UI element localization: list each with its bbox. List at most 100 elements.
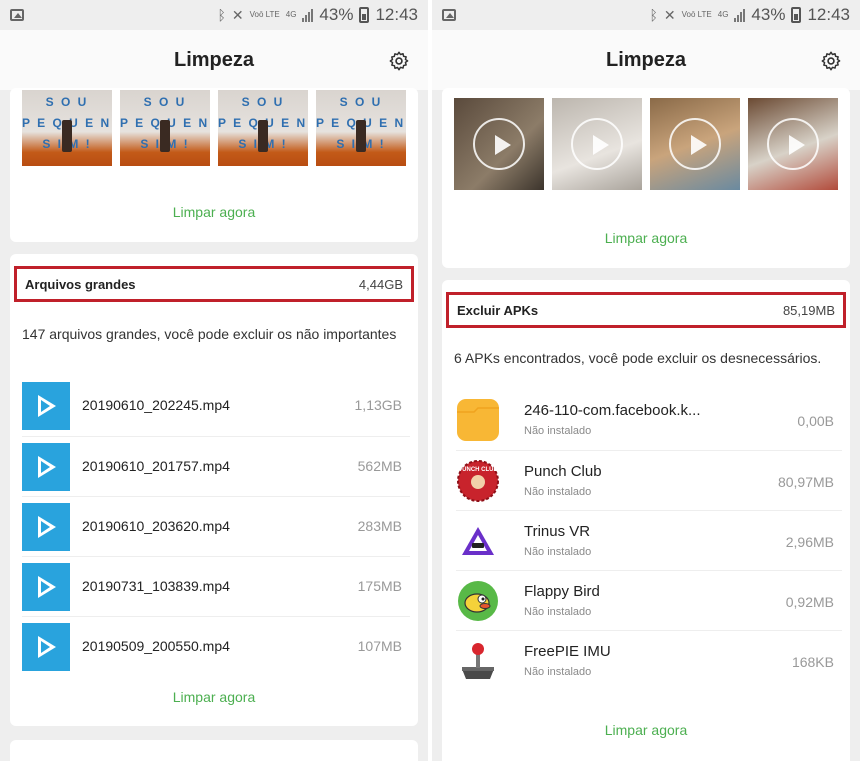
punch-club-icon: PUNCH CLUB	[457, 460, 499, 502]
section-title: Arquivos grandes	[25, 276, 136, 292]
apk-row[interactable]: Flappy Bird Não instalado 0,92MB	[456, 570, 842, 630]
apk-status: Não instalado	[524, 666, 592, 678]
file-row[interactable]: 20190610_203620.mp4 283MB	[22, 496, 410, 556]
bluetooth-icon: ᛒ	[649, 7, 658, 23]
file-row[interactable]: 20190509_200550.mp4 107MB	[22, 616, 410, 676]
file-name: 20190509_200550.mp4	[82, 638, 230, 654]
gear-icon[interactable]	[388, 50, 410, 72]
apk-row[interactable]: FreePIE IMU Não instalado 168KB	[456, 630, 842, 690]
video-thumbnail[interactable]	[650, 98, 740, 190]
file-size: 1,13GB	[354, 397, 402, 413]
apk-name: FreePIE IMU	[524, 643, 611, 660]
apk-size: 80,97MB	[777, 474, 834, 490]
large-files-header[interactable]: Arquivos grandes 4,44GB	[14, 266, 414, 302]
volte-label: Voō LTE	[681, 10, 712, 19]
section-size: 85,19MB	[782, 302, 835, 318]
photo-thumbnail[interactable]: S O U P E Q U E N O S I M !	[120, 90, 210, 166]
apk-size: 2,96MB	[785, 534, 834, 550]
apk-name: 246-110-com.facebook.k...	[524, 402, 701, 419]
file-row[interactable]: 20190731_103839.mp4 175MB	[22, 556, 410, 616]
phone-screen-right: ᛒ ✕ Voō LTE 4G 43% 12:43 Limpeza Limpar …	[432, 0, 860, 761]
section-title: Excluir APKs	[457, 302, 539, 318]
photo-thumbnail[interactable]: S O U P E Q U E N O S I M !	[316, 90, 406, 166]
apk-status: Não instalado	[524, 546, 592, 558]
videos-card: Limpar agora	[442, 88, 850, 268]
bluetooth-icon: ᛒ	[217, 7, 226, 23]
joystick-icon	[462, 643, 494, 679]
battery-icon	[359, 7, 370, 23]
file-size: 175MB	[357, 578, 402, 594]
section-description: 147 arquivos grandes, você pode excluir …	[22, 326, 397, 342]
network-label: 4G	[717, 10, 729, 19]
file-name: 20190610_201757.mp4	[82, 458, 230, 474]
app-bar: Limpeza	[0, 30, 428, 90]
status-bar: ᛒ ✕ Voō LTE 4G 43% 12:43	[0, 0, 428, 30]
status-bar: ᛒ ✕ Voō LTE 4G 43% 12:43	[432, 0, 860, 30]
photos-card: S O U P E Q U E N O S I M ! S O U P E Q …	[10, 88, 418, 242]
apk-name: Punch Club	[524, 463, 602, 480]
folder-icon	[457, 399, 499, 441]
large-files-card: Arquivos grandes 4,44GB 147 arquivos gra…	[10, 254, 418, 726]
battery-icon	[791, 7, 802, 23]
apk-size: 168KB	[791, 654, 834, 670]
file-row[interactable]: 20190610_202245.mp4 1,13GB	[22, 376, 410, 436]
section-size: 4,44GB	[358, 276, 403, 292]
signal-icon	[734, 8, 746, 22]
video-file-icon	[22, 443, 70, 491]
app-bar: Limpeza	[432, 30, 860, 90]
battery-percent: 43%	[319, 5, 354, 24]
file-name: 20190731_103839.mp4	[82, 578, 230, 594]
apk-status: Não instalado	[524, 486, 592, 498]
file-name: 20190610_202245.mp4	[82, 397, 230, 413]
play-icon	[669, 118, 721, 170]
clock: 12:43	[375, 5, 418, 24]
apk-size: 0,00B	[797, 413, 834, 429]
volte-label: Voō LTE	[249, 10, 280, 19]
video-thumbnail[interactable]	[748, 98, 838, 190]
apk-row[interactable]: Trinus VR Não instalado 2,96MB	[456, 510, 842, 570]
play-icon	[767, 118, 819, 170]
apk-status: Não instalado	[524, 606, 592, 618]
video-thumbnail[interactable]	[552, 98, 642, 190]
gear-icon[interactable]	[820, 50, 842, 72]
file-name: 20190610_203620.mp4	[82, 518, 230, 534]
video-file-icon	[22, 503, 70, 551]
apks-card: Excluir APKs 85,19MB 6 APKs encontrados,…	[442, 280, 850, 761]
apks-header[interactable]: Excluir APKs 85,19MB	[446, 292, 846, 328]
apk-row[interactable]: 246-110-com.facebook.k... Não instalado …	[456, 390, 842, 450]
phone-screen-left: ᛒ ✕ Voō LTE 4G 43% 12:43 Limpeza S O U P…	[0, 0, 428, 761]
mute-icon: ✕	[231, 6, 244, 23]
page-title: Limpeza	[605, 48, 687, 71]
apk-name: Trinus VR	[524, 523, 591, 540]
mute-icon: ✕	[663, 6, 676, 23]
play-icon	[571, 118, 623, 170]
flappy-bird-icon	[458, 581, 498, 621]
play-icon	[473, 118, 525, 170]
network-label: 4G	[285, 10, 297, 19]
apk-name: Flappy Bird	[524, 583, 600, 600]
apk-row[interactable]: PUNCH CLUB Punch Club Não instalado 80,9…	[456, 450, 842, 510]
apk-size: 0,92MB	[785, 594, 834, 610]
clean-now-button[interactable]: Limpar agora	[10, 204, 418, 220]
section-description: 6 APKs encontrados, você pode excluir os…	[454, 350, 822, 366]
video-thumbnail[interactable]	[454, 98, 544, 190]
file-row[interactable]: 20190610_201757.mp4 562MB	[22, 436, 410, 496]
image-icon	[10, 9, 24, 21]
photo-thumbnail[interactable]: S O U P E Q U E N O S I M !	[218, 90, 308, 166]
image-icon	[442, 9, 456, 21]
clock: 12:43	[807, 5, 850, 24]
page-title: Limpeza	[173, 48, 255, 71]
clean-now-button[interactable]: Limpar agora	[10, 689, 418, 705]
file-size: 283MB	[357, 518, 402, 534]
file-size: 562MB	[357, 458, 402, 474]
battery-percent: 43%	[751, 5, 786, 24]
apk-status: Não instalado	[524, 425, 592, 437]
photo-thumbnail[interactable]: S O U P E Q U E N O S I M !	[22, 90, 112, 166]
video-file-icon	[22, 623, 70, 671]
clean-now-button[interactable]: Limpar agora	[442, 722, 850, 738]
clean-now-button[interactable]: Limpar agora	[442, 230, 850, 246]
signal-icon	[302, 8, 314, 22]
comparison-screenshot: ᛒ ✕ Voō LTE 4G 43% 12:43 Limpeza S O U P…	[0, 0, 860, 761]
file-size: 107MB	[357, 638, 402, 654]
next-card	[10, 740, 418, 761]
